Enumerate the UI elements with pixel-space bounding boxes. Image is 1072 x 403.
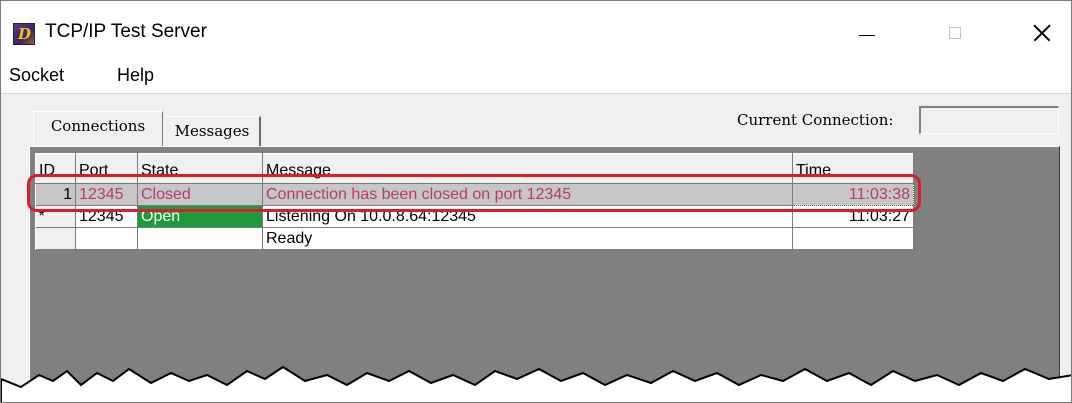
table-row[interactable]: * 12345 Open Listening On 10.0.8.64:1234… bbox=[35, 205, 914, 228]
tab-messages[interactable]: Messages bbox=[165, 116, 261, 146]
app-icon-letter: D bbox=[18, 25, 32, 43]
cell-message[interactable]: Listening On 10.0.8.64:12345 bbox=[262, 205, 793, 228]
app-window: D TCP/IP Test Server Socket Help Connect… bbox=[0, 0, 1072, 403]
cell-port[interactable] bbox=[75, 227, 138, 250]
cell-time[interactable]: 11:03:27 bbox=[792, 205, 914, 228]
cell-time[interactable]: 11:03:38 bbox=[792, 183, 914, 206]
column-header-state[interactable]: State bbox=[137, 153, 263, 184]
grid-header-row: ID Port State Message Time bbox=[35, 153, 914, 184]
cell-state[interactable]: Closed bbox=[137, 183, 263, 206]
cell-id[interactable]: 1 bbox=[35, 183, 76, 206]
column-header-port[interactable]: Port bbox=[75, 153, 138, 184]
column-header-time[interactable]: Time bbox=[792, 153, 914, 184]
cell-port[interactable]: 12345 bbox=[75, 205, 138, 228]
cell-state[interactable] bbox=[137, 227, 263, 250]
column-header-id[interactable]: ID bbox=[35, 153, 76, 184]
cell-time[interactable] bbox=[792, 227, 914, 250]
menu-socket[interactable]: Socket bbox=[9, 65, 64, 86]
cell-message[interactable]: Ready bbox=[262, 227, 793, 250]
cell-id[interactable]: * bbox=[35, 205, 76, 228]
close-button[interactable] bbox=[1019, 15, 1065, 51]
maximize-button[interactable] bbox=[933, 15, 979, 51]
table-row[interactable]: Ready bbox=[35, 227, 914, 250]
app-icon[interactable]: D bbox=[13, 23, 35, 45]
cell-port[interactable]: 12345 bbox=[75, 183, 138, 206]
cell-message[interactable]: Connection has been closed on port 12345 bbox=[262, 183, 793, 206]
menu-bar: Socket Help bbox=[1, 59, 1071, 93]
cell-state[interactable]: Open bbox=[137, 205, 263, 228]
column-header-message[interactable]: Message bbox=[262, 153, 793, 184]
cell-id[interactable] bbox=[35, 227, 76, 250]
connections-grid: ID Port State Message Time 1 12345 Close… bbox=[35, 153, 914, 250]
current-connection-label: Current Connection: bbox=[737, 111, 894, 129]
torn-edge bbox=[1, 365, 1071, 402]
menu-help[interactable]: Help bbox=[117, 65, 154, 86]
window-title: TCP/IP Test Server bbox=[45, 21, 207, 42]
title-bar[interactable]: D TCP/IP Test Server bbox=[1, 1, 1071, 59]
table-row[interactable]: 1 12345 Closed Connection has been close… bbox=[35, 183, 914, 206]
minimize-button[interactable] bbox=[843, 15, 889, 51]
tab-connections[interactable]: Connections bbox=[33, 111, 163, 147]
current-connection-field[interactable] bbox=[919, 106, 1059, 134]
